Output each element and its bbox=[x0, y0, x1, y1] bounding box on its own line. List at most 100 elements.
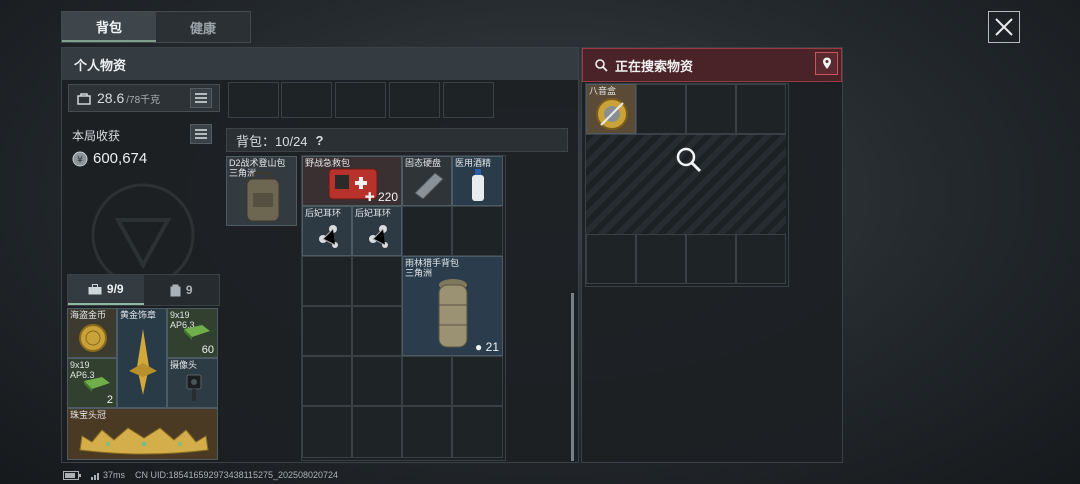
tab-pouch[interactable]: 9 bbox=[144, 275, 220, 305]
item-label: 后妃耳环 bbox=[305, 208, 342, 218]
slot[interactable] bbox=[402, 406, 452, 458]
slot[interactable] bbox=[281, 82, 332, 118]
safe-box-grid: 海盗金币 黄金饰章 9x19 AP6.3 60 9x19 AP6.3 2 摄像头… bbox=[67, 308, 218, 460]
user-uid: CN UID:185416592973438115275_20250802072… bbox=[135, 470, 339, 480]
ammo-box-icon bbox=[184, 325, 210, 340]
tab-health[interactable]: 健康 bbox=[156, 12, 250, 42]
earnings-label: 本局收获 bbox=[72, 129, 121, 143]
slot[interactable] bbox=[443, 82, 494, 118]
item-first-aid-kit[interactable]: 野战急救包 ✚ 220 bbox=[302, 156, 402, 206]
battery-icon bbox=[63, 470, 81, 480]
slot[interactable] bbox=[228, 82, 279, 118]
gold-emblem-icon bbox=[129, 329, 157, 395]
slot[interactable] bbox=[736, 234, 786, 284]
item-label: 摄像头 bbox=[170, 360, 198, 370]
search-panel-header: 正在搜索物资 bbox=[582, 48, 842, 82]
signal-icon bbox=[91, 472, 99, 480]
backpack-icon bbox=[246, 172, 280, 222]
item-label: 固态硬盘 bbox=[405, 158, 442, 168]
location-pin-icon bbox=[822, 57, 831, 69]
item-jewel-crown[interactable]: 珠宝头冠 bbox=[67, 408, 218, 460]
music-box-icon bbox=[596, 98, 628, 130]
item-rainforest-backpack[interactable]: 雨林猎手背包 三角洲 ● 21 bbox=[402, 256, 503, 356]
item-label: 黄金饰章 bbox=[120, 310, 157, 320]
item-medical-alcohol[interactable]: 医用酒精 bbox=[452, 156, 503, 206]
slot[interactable] bbox=[452, 356, 503, 406]
item-quantity: 60 bbox=[201, 344, 214, 356]
earring-icon bbox=[369, 225, 388, 248]
slot[interactable] bbox=[402, 206, 452, 256]
search-icon bbox=[595, 58, 608, 72]
slot[interactable] bbox=[452, 406, 503, 458]
backpack-scrollbar[interactable] bbox=[571, 293, 574, 461]
item-gold-emblem[interactable]: 黄金饰章 bbox=[117, 308, 167, 408]
weight-value: 28.6 bbox=[97, 90, 125, 106]
item-earring-a[interactable]: 后妃耳环 bbox=[302, 206, 352, 256]
help-icon[interactable]: ? bbox=[316, 133, 324, 148]
crown-icon bbox=[79, 427, 209, 455]
item-music-box[interactable]: 八音盒 bbox=[586, 84, 636, 134]
main-tabs: 背包 健康 bbox=[61, 11, 251, 43]
item-label: 医用酒精 bbox=[455, 158, 492, 168]
weight-icon bbox=[77, 93, 91, 105]
item-ammo-9x19-b[interactable]: 9x19 AP6.3 2 bbox=[67, 358, 117, 408]
slot[interactable] bbox=[302, 256, 352, 306]
slot[interactable] bbox=[402, 356, 452, 406]
durability-icon: ● bbox=[475, 340, 483, 354]
item-ssd[interactable]: 固态硬盘 bbox=[402, 156, 452, 206]
slot[interactable] bbox=[452, 206, 503, 256]
safe-box-count: 9/9 bbox=[106, 282, 124, 296]
plus-icon: ✚ bbox=[364, 190, 375, 204]
tab-safe-box[interactable]: 9/9 bbox=[68, 275, 144, 305]
earnings-row: ¥ 600,674 bbox=[72, 150, 147, 167]
backpack-grid: 野战急救包 ✚ 220 固态硬盘 医用酒精 后妃耳环 后妃耳环 雨林猎手背包 三… bbox=[301, 155, 506, 461]
duffel-backpack-icon bbox=[438, 279, 468, 348]
slot[interactable] bbox=[302, 356, 352, 406]
item-quantity: ● 21 bbox=[475, 340, 499, 354]
slot[interactable] bbox=[352, 306, 402, 356]
bottle-icon bbox=[472, 169, 484, 201]
location-button[interactable] bbox=[815, 52, 838, 75]
toolbox-icon bbox=[88, 283, 102, 294]
item-earring-b[interactable]: 后妃耳环 bbox=[352, 206, 402, 256]
ping-value: 37ms bbox=[103, 470, 126, 480]
slot[interactable] bbox=[352, 356, 402, 406]
ping-display: 37ms bbox=[91, 470, 125, 480]
slot[interactable] bbox=[302, 306, 352, 356]
item-pirate-coin[interactable]: 海盗金币 bbox=[67, 308, 117, 358]
equipped-backpack-slot[interactable]: D2战术登山包 三角洲 bbox=[226, 156, 297, 226]
slot[interactable] bbox=[586, 234, 636, 284]
pouch-count: 9 bbox=[185, 283, 193, 297]
weight-list-button[interactable] bbox=[190, 88, 212, 108]
slot[interactable] bbox=[352, 256, 402, 306]
unsearched-area bbox=[586, 134, 786, 236]
slot[interactable] bbox=[335, 82, 386, 118]
close-button[interactable] bbox=[988, 11, 1020, 43]
item-camera[interactable]: 摄像头 bbox=[167, 358, 218, 408]
slot[interactable] bbox=[352, 406, 402, 458]
camera-icon bbox=[186, 374, 202, 401]
slot[interactable] bbox=[636, 84, 686, 134]
coin-item-icon bbox=[79, 324, 107, 352]
svg-text:¥: ¥ bbox=[77, 155, 83, 165]
slot[interactable] bbox=[636, 234, 686, 284]
item-label: 海盗金币 bbox=[70, 310, 107, 320]
item-ammo-9x19-a[interactable]: 9x19 AP6.3 60 bbox=[167, 308, 218, 358]
slot[interactable] bbox=[686, 234, 736, 284]
pouch-icon bbox=[170, 284, 181, 296]
coin-icon: ¥ bbox=[72, 151, 88, 166]
close-icon bbox=[995, 18, 1013, 36]
quantity-value: 220 bbox=[377, 190, 398, 204]
slot[interactable] bbox=[389, 82, 440, 118]
slot[interactable] bbox=[686, 84, 736, 134]
backpack-capacity: 背包：10/24 bbox=[236, 133, 308, 149]
earnings-list-button[interactable] bbox=[190, 124, 212, 144]
slot[interactable] bbox=[736, 84, 786, 134]
backpack-header: 背包：10/24 ? bbox=[226, 128, 568, 152]
tab-backpack[interactable]: 背包 bbox=[62, 12, 156, 42]
personal-items-title: 个人物资 bbox=[62, 48, 578, 80]
slot[interactable] bbox=[302, 406, 352, 458]
list-icon bbox=[195, 93, 207, 103]
earnings-value: 600,674 bbox=[93, 150, 148, 167]
item-label: 珠宝头冠 bbox=[70, 410, 107, 420]
